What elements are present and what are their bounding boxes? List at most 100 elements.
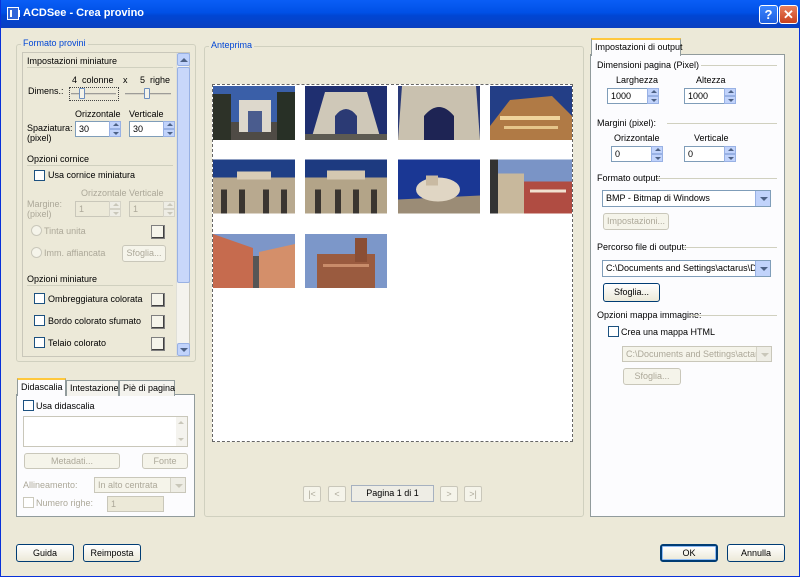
shadow-color-picker[interactable] [151,293,165,307]
use-frame-checkbox[interactable] [34,170,45,181]
image-map-browse-button[interactable]: Sfoglia... [623,368,681,385]
chevron-down-icon[interactable] [755,261,770,276]
chevron-down-icon[interactable] [756,347,771,361]
rows-value: 5 [140,75,146,85]
border-color-picker[interactable] [151,315,165,329]
times-sign: x [123,75,128,85]
solid-color-radio[interactable] [31,225,42,236]
blurred-border-checkbox[interactable] [34,315,45,326]
font-button[interactable]: Fonte [142,453,188,469]
scroll-thumb[interactable] [177,67,190,283]
colored-shadow-label: Ombreggiatura colorata [48,294,143,304]
alignment-select[interactable]: In alto centrata [94,477,186,493]
output-format-title: Formato output: [597,173,661,183]
use-frame-label: Usa cornice miniatura [48,170,136,180]
format-settings-button[interactable]: Impostazioni... [603,213,669,230]
tab-caption[interactable]: Didascalia [17,378,66,396]
preview-title: Anteprima [209,40,255,50]
thumbnail-7[interactable] [398,159,480,214]
margin-v-spinner[interactable] [724,146,736,162]
frame-options-title: Opzioni cornice [27,154,90,164]
thumbnail-format-title: Formato provini [21,38,88,48]
settings-scrollbar[interactable] [176,53,190,356]
output-format-select[interactable]: BMP - Bitmap di Windows [602,190,771,207]
first-page-button[interactable]: |< [303,486,321,502]
solid-color-picker[interactable] [151,225,165,239]
margin-v-label: Verticale [694,133,729,143]
rows-slider-thumb[interactable] [144,88,150,99]
last-page-button[interactable]: >| [464,486,482,502]
output-path-select[interactable]: C:\Documents and Settings\actarus\Des [602,260,771,277]
spacing-vertical-input[interactable]: 30 [129,121,165,137]
close-button[interactable]: ✕ [779,5,798,24]
margin-h-spinner[interactable] [651,146,663,162]
columns-label: colonne [82,75,114,85]
chevron-down-icon[interactable] [755,191,770,206]
colored-frame-checkbox[interactable] [34,337,45,348]
page-height-spinner[interactable] [724,88,736,104]
create-html-map-checkbox[interactable] [608,326,619,337]
spacing-horizontal-input[interactable]: 30 [75,121,111,137]
margin-horizontal-input[interactable]: 1 [75,201,111,217]
margin-h-input[interactable]: 0 [611,146,653,162]
tab-header[interactable]: Intestazione [66,380,119,396]
thumbnail-2[interactable] [305,86,387,140]
help-button[interactable]: Guida [16,544,74,562]
margin-label: Margine: [27,199,63,209]
help-title-button[interactable]: ? [759,5,778,24]
row-count-checkbox[interactable] [23,497,34,508]
frame-color-picker[interactable] [151,337,165,351]
dialog-window: ACDSee - Crea provino ? ✕ Formato provin… [0,0,800,577]
thumbnail-3[interactable] [398,86,480,140]
scroll-down-icon[interactable] [177,343,190,356]
reset-button[interactable]: Reimposta [83,544,141,562]
margin-vertical-input[interactable]: 1 [129,201,165,217]
thumbnail-6[interactable] [305,159,387,214]
thumbnail-1[interactable] [213,86,295,140]
output-path-value: C:\Documents and Settings\actarus\Des [606,263,767,273]
thumbnail-9[interactable] [213,234,295,288]
scroll-up-icon[interactable] [177,53,190,66]
thumbnail-4[interactable] [490,86,572,140]
alignment-label: Allineamento: [23,480,78,490]
metadata-button[interactable]: Metadati... [24,453,120,469]
columns-slider-track[interactable] [71,93,116,95]
dimension-label: Dimens.: [28,86,64,96]
use-caption-checkbox[interactable] [23,400,34,411]
margin-v-input[interactable]: 0 [684,146,726,162]
output-path-browse-button[interactable]: Sfoglia... [603,283,660,302]
use-caption-label: Usa didascalia [36,401,95,411]
page-width-input[interactable]: 1000 [607,88,649,104]
create-html-map-label: Crea una mappa HTML [621,327,716,337]
tab-footer[interactable]: Piè di pagina [119,380,175,396]
page-height-input[interactable]: 1000 [684,88,726,104]
prev-page-button[interactable]: < [328,486,346,502]
thumbnail-5[interactable] [213,159,295,214]
ok-button[interactable]: OK [660,544,718,562]
colored-shadow-checkbox[interactable] [34,293,45,304]
thumbnail-10[interactable] [305,234,387,288]
title-bar[interactable]: ACDSee - Crea provino ? ✕ [1,0,800,28]
spacing-vertical-spinner[interactable] [163,121,175,137]
caption-textarea[interactable] [23,416,188,447]
tiled-image-radio[interactable] [31,247,42,258]
columns-slider-thumb[interactable] [79,88,85,99]
next-page-button[interactable]: > [440,486,458,502]
thumbnail-8[interactable] [490,159,572,214]
cancel-button[interactable]: Annulla [727,544,785,562]
margin-horizontal-spinner[interactable] [109,201,121,217]
frame-browse-button[interactable]: Sfoglia... [122,245,166,262]
spacing-horizontal-spinner[interactable] [109,121,121,137]
image-map-path-select[interactable]: C:\Documents and Settings\actarus [622,346,772,362]
separator [27,285,173,286]
margin-vertical-spinner[interactable] [163,201,175,217]
chevron-down-icon[interactable] [170,478,185,492]
spacing-vertical-label: Verticale [129,109,164,119]
image-map-title: Opzioni mappa immagine: [597,310,702,320]
row-count-input[interactable]: 1 [107,496,164,512]
separator [701,65,777,66]
page-width-spinner[interactable] [647,88,659,104]
separator [657,178,777,179]
tab-output-settings[interactable]: Impostazioni di output [591,38,683,56]
colored-frame-label: Telaio colorato [48,338,107,348]
